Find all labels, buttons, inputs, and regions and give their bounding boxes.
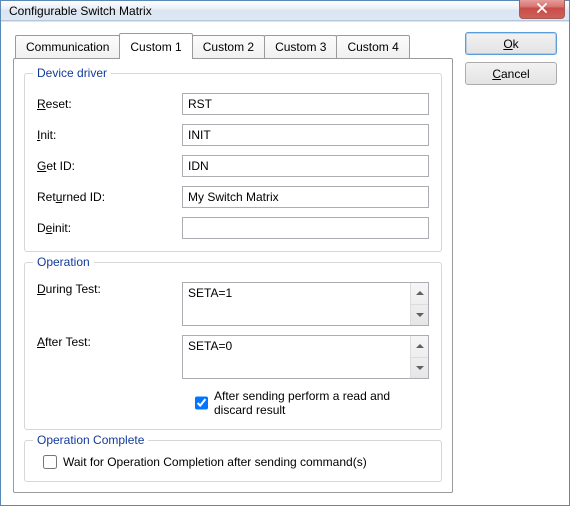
during-test-spin-down[interactable] bbox=[411, 305, 428, 326]
tab-communication[interactable]: Communication bbox=[15, 35, 120, 58]
wait-op-checkbox[interactable] bbox=[43, 455, 57, 469]
after-test-spinner bbox=[410, 336, 428, 378]
titlebar: Configurable Switch Matrix bbox=[1, 1, 569, 21]
after-test-input[interactable]: SETA=0 bbox=[183, 336, 410, 378]
tabstrip: Communication Custom 1 Custom 2 Custom 3… bbox=[13, 32, 453, 58]
tab-custom1[interactable]: Custom 1 bbox=[119, 33, 192, 59]
chevron-up-icon bbox=[416, 291, 424, 296]
wait-op-label[interactable]: Wait for Operation Completion after send… bbox=[63, 455, 367, 469]
close-icon bbox=[536, 3, 548, 14]
group-operation-complete: Operation Complete Wait for Operation Co… bbox=[24, 440, 442, 482]
reset-input[interactable] bbox=[182, 93, 429, 115]
after-sending-checkbox[interactable] bbox=[195, 396, 208, 410]
label-reset: Reset: bbox=[37, 97, 182, 111]
getid-input[interactable] bbox=[182, 155, 429, 177]
chevron-down-icon bbox=[416, 312, 424, 317]
label-during-test: During Test: bbox=[37, 282, 182, 296]
tab-custom2[interactable]: Custom 2 bbox=[192, 35, 265, 58]
label-init: Init: bbox=[37, 128, 182, 142]
during-test-spin-up[interactable] bbox=[411, 283, 428, 305]
tab-body: Device driver Reset: Init: Get ID: bbox=[13, 58, 453, 493]
dialog-window: Configurable Switch Matrix Communication… bbox=[0, 0, 570, 506]
cancel-button[interactable]: Cancel bbox=[465, 62, 557, 85]
group-title-operation: Operation bbox=[33, 255, 94, 269]
client-area: Communication Custom 1 Custom 2 Custom 3… bbox=[1, 21, 569, 505]
during-test-wrapper: SETA=1 bbox=[182, 282, 429, 326]
during-test-spinner bbox=[410, 283, 428, 325]
tab-custom4[interactable]: Custom 4 bbox=[336, 35, 409, 58]
group-device-driver: Device driver Reset: Init: Get ID: bbox=[24, 73, 442, 252]
label-returned-id: Returned ID: bbox=[37, 190, 182, 204]
tab-custom3[interactable]: Custom 3 bbox=[264, 35, 337, 58]
close-button[interactable] bbox=[519, 0, 565, 19]
returned-id-input[interactable] bbox=[182, 186, 429, 208]
chevron-down-icon bbox=[416, 365, 424, 370]
left-panel: Communication Custom 1 Custom 2 Custom 3… bbox=[13, 32, 453, 493]
chevron-up-icon bbox=[416, 344, 424, 349]
init-input[interactable] bbox=[182, 124, 429, 146]
label-deinit: Deinit: bbox=[37, 221, 182, 235]
after-sending-label[interactable]: After sending perform a read and discard… bbox=[214, 389, 429, 417]
label-after-test: After Test: bbox=[37, 335, 182, 349]
group-operation: Operation During Test: SETA=1 After T bbox=[24, 262, 442, 430]
group-title-device-driver: Device driver bbox=[33, 66, 111, 80]
label-getid: Get ID: bbox=[37, 159, 182, 173]
deinit-input[interactable] bbox=[182, 217, 429, 239]
during-test-input[interactable]: SETA=1 bbox=[183, 283, 410, 325]
ok-button[interactable]: Ok bbox=[465, 32, 557, 55]
window-title: Configurable Switch Matrix bbox=[9, 4, 519, 18]
right-panel: Ok Cancel bbox=[465, 32, 557, 493]
after-test-spin-up[interactable] bbox=[411, 336, 428, 358]
after-test-wrapper: SETA=0 bbox=[182, 335, 429, 379]
after-test-spin-down[interactable] bbox=[411, 358, 428, 379]
group-title-operation-complete: Operation Complete bbox=[33, 433, 148, 447]
